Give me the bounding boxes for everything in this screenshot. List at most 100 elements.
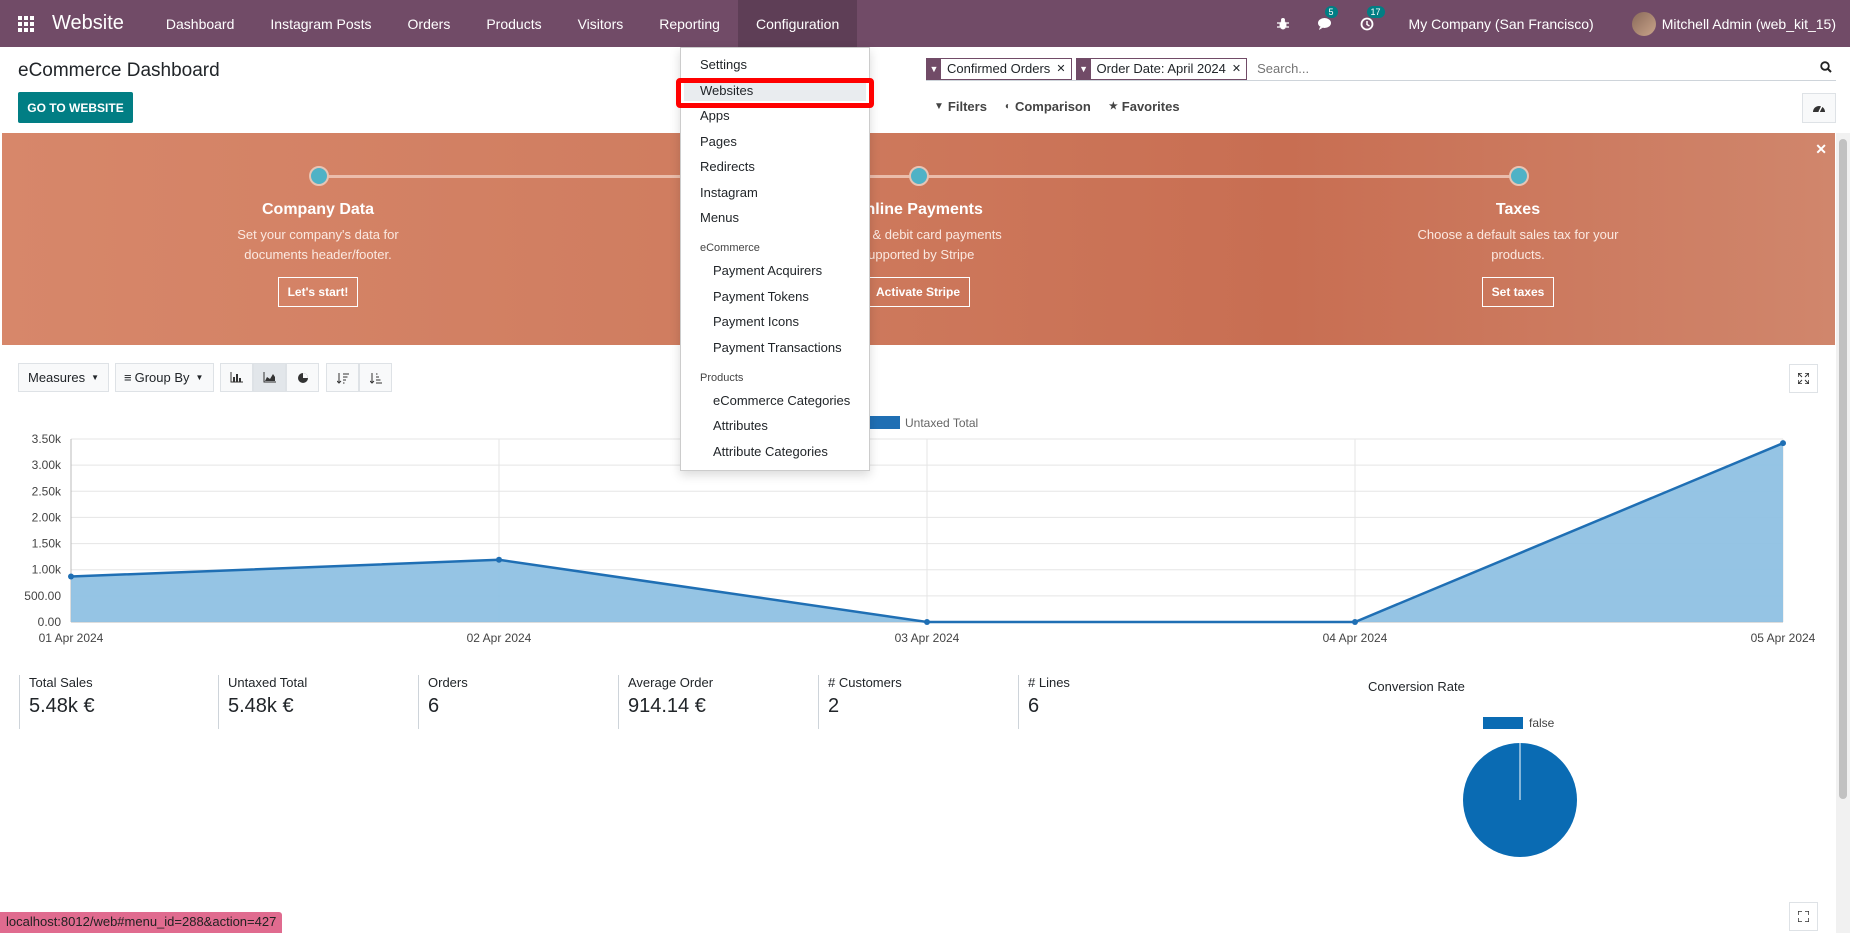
data-point: [1780, 440, 1786, 447]
sort-descending-button[interactable]: [326, 363, 359, 392]
apps-menu-icon[interactable]: [0, 0, 52, 47]
comparison-toggle[interactable]: ◐ Comparison: [1005, 99, 1091, 114]
section-ecommerce: eCommerce: [700, 242, 760, 254]
close-icon[interactable]: ✕: [1815, 141, 1827, 158]
y-tick-label: 1.00k: [32, 563, 62, 577]
kpi-untaxed-total[interactable]: Untaxed Total 5.48k €: [218, 675, 307, 729]
pie-chart-button[interactable]: [286, 363, 319, 392]
kpi-label: Orders: [428, 675, 468, 690]
filters-toggle[interactable]: ▼ Filters: [934, 99, 987, 114]
search-icon[interactable]: [1816, 61, 1836, 76]
set-taxes-button[interactable]: Set taxes: [1481, 277, 1555, 307]
y-tick-label: 3.50k: [32, 432, 62, 446]
menu-attributes[interactable]: Attributes: [713, 418, 768, 433]
expand-icon[interactable]: [1789, 364, 1818, 393]
facet-confirmed-orders: ▼ Confirmed Orders ✕: [926, 57, 1072, 80]
menu-attribute-categories[interactable]: Attribute Categories: [713, 444, 828, 459]
step-desc: Choose a default sales tax for your: [1417, 227, 1619, 242]
activate-stripe-button[interactable]: Activate Stripe: [865, 277, 971, 307]
dashboard-view-button[interactable]: [1802, 93, 1836, 123]
x-tick-label: 05 Apr 2024: [1751, 631, 1816, 645]
menu-menus[interactable]: Menus: [700, 210, 739, 225]
y-tick-label: 0.00: [38, 615, 62, 629]
menu-payment-tokens[interactable]: Payment Tokens: [713, 289, 809, 304]
nav-reporting[interactable]: Reporting: [641, 0, 738, 47]
kpi-average-order[interactable]: Average Order 914.14 €: [618, 675, 713, 729]
go-to-website-button[interactable]: GO TO WEBSITE: [18, 92, 133, 123]
menu-pages[interactable]: Pages: [700, 134, 737, 149]
kpi-label: Average Order: [628, 675, 714, 690]
lets-start-button[interactable]: Let's start!: [277, 277, 359, 307]
user-menu[interactable]: Mitchell Admin (web_kit_15): [1631, 11, 1836, 36]
step-dot: [309, 166, 329, 186]
kpi-value: 5.48k €: [29, 695, 95, 717]
activities-icon[interactable]: 17: [1355, 5, 1385, 36]
gauge-icon: [1813, 105, 1825, 113]
group-by-label: Group By: [134, 370, 190, 385]
kpi-total-sales[interactable]: Total Sales 5.48k €: [19, 675, 95, 729]
search-options: ▼ Filters ◐ Comparison ★ Favorites: [934, 99, 1198, 114]
favorites-toggle[interactable]: ★ Favorites: [1109, 99, 1180, 114]
remove-facet-icon[interactable]: ✕: [1056, 62, 1070, 75]
step-taxes: Taxes Choose a default sales tax for you…: [1388, 201, 1648, 307]
filter-icon: ▼: [927, 57, 941, 80]
step-title: Taxes: [1495, 201, 1541, 218]
messages-icon[interactable]: 5: [1313, 5, 1338, 36]
conversion-rate-title: Conversion Rate: [1368, 679, 1465, 694]
nav-configuration[interactable]: Configuration: [737, 0, 858, 47]
kpi-orders[interactable]: Orders 6: [418, 675, 468, 729]
avatar: [1631, 11, 1656, 36]
search-input[interactable]: [1251, 61, 1816, 76]
list-icon: ≡: [124, 370, 132, 385]
page-title: eCommerce Dashboard: [18, 60, 220, 81]
step-company-data: Company Data Set your company's data for…: [188, 201, 448, 307]
bar-chart-button[interactable]: [220, 363, 253, 392]
y-tick-label: 1.50k: [32, 537, 62, 551]
group-by-dropdown[interactable]: ≡ Group By ▼: [115, 363, 214, 392]
kpi-value: 5.48k €: [228, 695, 294, 717]
user-name: Mitchell Admin (web_kit_15): [1661, 15, 1836, 32]
filter-icon: ▼: [1076, 57, 1091, 80]
filters-label: Filters: [947, 99, 987, 114]
measures-dropdown[interactable]: Measures ▼: [18, 363, 109, 392]
half-circle-icon: ◐: [1004, 101, 1011, 112]
remove-facet-icon[interactable]: ✕: [1232, 62, 1246, 75]
menu-payment-icons[interactable]: Payment Icons: [713, 314, 799, 329]
step-desc: products.: [1491, 247, 1545, 262]
menu-redirects[interactable]: Redirects: [700, 159, 755, 174]
menu-apps[interactable]: Apps: [700, 108, 730, 123]
nav-visitors[interactable]: Visitors: [560, 0, 642, 47]
favorites-label: Favorites: [1121, 99, 1180, 114]
menu-payment-transactions[interactable]: Payment Transactions: [713, 340, 842, 355]
nav-products[interactable]: Products: [468, 0, 559, 47]
y-tick-label: 2.00k: [32, 510, 62, 524]
kpi-label: Untaxed Total: [228, 675, 308, 690]
nav-dashboard[interactable]: Dashboard: [148, 0, 253, 47]
status-url: localhost:8012/web#menu_id=288&action=42…: [0, 912, 283, 933]
sort-ascending-icon: [369, 372, 382, 384]
kpi-customers[interactable]: # Customers 2: [818, 675, 902, 729]
nav-instagram-posts[interactable]: Instagram Posts: [252, 0, 389, 47]
menu-payment-acquirers[interactable]: Payment Acquirers: [713, 263, 822, 278]
line-chart-button[interactable]: [253, 363, 286, 392]
step-dot: [1509, 166, 1529, 186]
area-chart-icon: [263, 372, 276, 383]
company-switcher[interactable]: My Company (San Francisco): [1409, 16, 1594, 32]
expand-icon[interactable]: [1789, 902, 1818, 931]
x-tick-label: 02 Apr 2024: [467, 631, 532, 645]
bug-icon[interactable]: [1271, 12, 1295, 36]
x-tick-label: 04 Apr 2024: [1323, 631, 1388, 645]
legend-label: Untaxed Total: [905, 416, 978, 430]
messages-badge: 5: [1324, 5, 1338, 18]
menu-settings[interactable]: Settings: [700, 57, 747, 72]
activities-badge: 17: [1366, 5, 1385, 18]
app-brand[interactable]: Website: [52, 12, 124, 35]
menu-instagram[interactable]: Instagram: [700, 185, 758, 200]
kpi-lines[interactable]: # Lines 6: [1018, 675, 1070, 729]
menu-ecommerce-categories[interactable]: eCommerce Categories: [713, 393, 850, 408]
scrollbar-thumb[interactable]: [1839, 139, 1847, 799]
scrollbar[interactable]: [1836, 133, 1850, 933]
sort-ascending-button[interactable]: [359, 363, 392, 392]
nav-orders[interactable]: Orders: [390, 0, 469, 47]
y-tick-label: 3.00k: [32, 458, 62, 472]
